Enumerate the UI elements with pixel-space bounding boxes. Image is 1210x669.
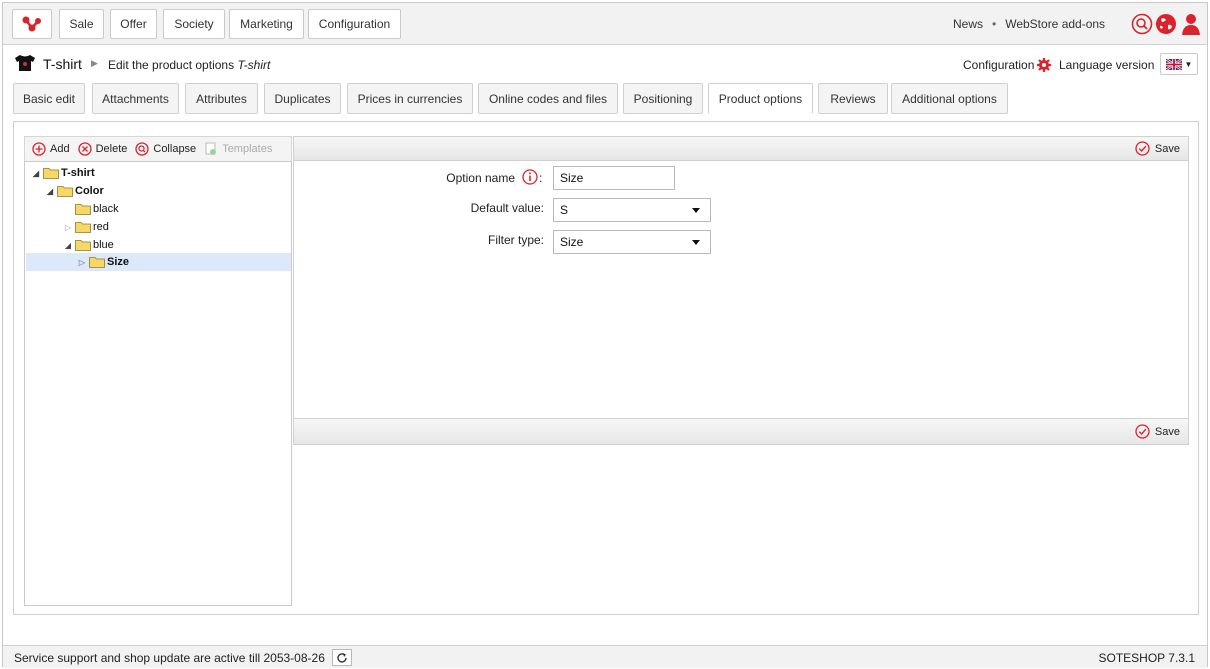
default-value-select[interactable]: S <box>553 198 711 222</box>
collapsed-arrow-icon[interactable]: ▷ <box>63 223 73 232</box>
dropdown-caret-icon <box>692 240 700 245</box>
service-status-text: Service support and shop update are acti… <box>14 651 325 665</box>
tab-attachments[interactable]: Attachments <box>92 83 179 114</box>
top-navigation-bar: Sale Offer Society Marketing Configurati… <box>3 3 1207 45</box>
globe-icon[interactable] <box>1155 13 1177 35</box>
tree-node-color[interactable]: ◢ Color <box>45 182 104 200</box>
tree-toolbar: Add Delete Collapse Templates <box>24 136 292 161</box>
form-footer-bar: Save <box>293 418 1189 445</box>
delete-button[interactable]: Delete <box>77 142 127 156</box>
user-icon[interactable] <box>1180 13 1202 35</box>
nav-sale[interactable]: Sale <box>59 9 104 39</box>
filter-type-label: Filter type: <box>487 233 544 247</box>
tab-attributes[interactable]: Attributes <box>185 83 258 114</box>
product-title[interactable]: T-shirt <box>43 56 82 72</box>
add-button[interactable]: Add <box>32 142 70 156</box>
tree-node-black[interactable]: black <box>63 200 119 218</box>
tree-node-tshirt[interactable]: ◢ T-shirt <box>31 164 95 182</box>
check-circle-icon <box>1135 424 1150 439</box>
filter-type-select[interactable]: Size <box>553 230 711 254</box>
language-version-label: Language version <box>1059 58 1155 72</box>
templates-button[interactable]: Templates <box>204 142 272 156</box>
tab-additional-options[interactable]: Additional options <box>891 83 1008 114</box>
plus-circle-icon <box>32 142 46 156</box>
tab-duplicates[interactable]: Duplicates <box>264 83 341 114</box>
uk-flag-icon <box>1165 58 1182 70</box>
webstore-addons-link[interactable]: WebStore add-ons <box>1005 17 1105 31</box>
collapse-button[interactable]: Collapse <box>135 142 196 156</box>
breadcrumb-arrow-icon: ▶ <box>91 58 98 68</box>
logo-icon <box>22 16 41 32</box>
templates-icon <box>205 142 217 155</box>
nav-configuration[interactable]: Configuration <box>308 9 401 39</box>
expanded-arrow-icon[interactable]: ◢ <box>31 169 41 178</box>
save-button-top[interactable]: Save <box>1135 141 1180 156</box>
folder-open-icon <box>75 240 91 251</box>
tab-online-codes-and-files[interactable]: Online codes and files <box>478 83 618 114</box>
collapsed-arrow-icon[interactable]: ▷ <box>77 258 87 267</box>
configuration-link[interactable]: Configuration <box>963 58 1052 72</box>
delete-circle-icon <box>77 142 92 156</box>
tab-reviews[interactable]: Reviews <box>818 83 888 114</box>
home-logo-button[interactable] <box>12 9 52 39</box>
option-form: Option name : Size Default value: S Filt… <box>293 161 1189 418</box>
tab-product-options[interactable]: Product options <box>708 83 813 114</box>
folder-open-icon <box>43 168 59 179</box>
dropdown-caret-icon <box>692 208 700 213</box>
tree-node-blue[interactable]: ◢ blue <box>63 236 114 254</box>
status-bar: Service support and shop update are acti… <box>3 645 1207 668</box>
tab-positioning[interactable]: Positioning <box>623 83 703 114</box>
folder-icon <box>75 204 91 215</box>
tree-node-red[interactable]: ▷ red <box>63 218 109 236</box>
language-select[interactable]: ▼ <box>1160 53 1198 75</box>
tab-basic-edit[interactable]: Basic edit <box>13 83 85 114</box>
tshirt-icon <box>15 55 35 71</box>
option-name-input[interactable]: Size <box>553 166 675 190</box>
news-link[interactable]: News <box>953 17 983 31</box>
folder-icon <box>75 222 91 233</box>
tree-node-size-selected[interactable]: ▷ Size <box>26 253 291 271</box>
nav-offer[interactable]: Offer <box>110 9 157 39</box>
app-window: Sale Offer Society Marketing Configurati… <box>2 2 1208 668</box>
options-tree: ◢ T-shirt ◢ Color black ▷ red ◢ blue ▷ S… <box>24 161 292 606</box>
default-value-label: Default value: <box>470 201 544 215</box>
refresh-icon <box>337 652 347 663</box>
check-circle-icon <box>1135 141 1150 156</box>
save-button-bottom[interactable]: Save <box>1135 424 1180 439</box>
folder-open-icon <box>57 186 73 197</box>
page-title: Edit the product options T-shirt <box>108 58 271 72</box>
search-icon[interactable] <box>1131 13 1153 35</box>
separator-dot: • <box>992 17 997 31</box>
collapse-icon <box>135 142 150 156</box>
top-links: News • WebStore add-ons <box>953 3 1105 45</box>
refresh-button[interactable] <box>332 649 352 666</box>
folder-icon <box>89 257 105 268</box>
expanded-arrow-icon[interactable]: ◢ <box>45 187 55 196</box>
option-name-label: Option name <box>446 171 515 185</box>
colon-text: : <box>539 171 543 185</box>
nav-society[interactable]: Society <box>163 9 225 39</box>
gear-icon <box>1037 58 1052 72</box>
form-header-bar: Save <box>293 136 1189 161</box>
tab-prices-in-currencies[interactable]: Prices in currencies <box>347 83 473 114</box>
version-label: SOTESHOP 7.3.1 <box>1098 651 1196 665</box>
expanded-arrow-icon[interactable]: ◢ <box>63 241 73 250</box>
nav-marketing[interactable]: Marketing <box>229 9 304 39</box>
chevron-down-icon: ▼ <box>1184 59 1193 69</box>
info-icon[interactable] <box>522 169 538 185</box>
